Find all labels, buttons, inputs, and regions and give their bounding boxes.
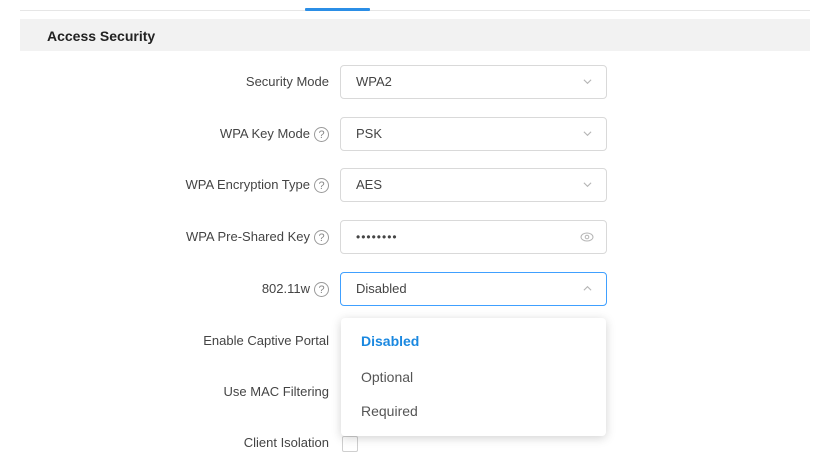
question-circle-icon[interactable]: ? <box>314 281 329 297</box>
wpa-encryption-type-select[interactable]: AES <box>340 168 607 202</box>
chevron-up-icon <box>583 285 592 291</box>
wpa-key-mode-label: WPA Key Mode ? <box>220 117 329 151</box>
question-circle-icon[interactable]: ? <box>314 126 329 142</box>
form-row-80211w: 802.11w ? Disabled <box>0 272 817 306</box>
section-header: Access Security <box>20 19 810 51</box>
client-isolation-checkbox[interactable] <box>342 436 358 452</box>
wpa-key-mode-value: PSK <box>356 126 383 141</box>
wpa-encryption-type-value: AES <box>356 177 383 192</box>
security-mode-select[interactable]: WPA2 <box>340 65 607 99</box>
dropdown-option-required[interactable]: Required <box>361 403 418 419</box>
security-mode-value: WPA2 <box>356 74 392 89</box>
form-row-wpa-pre-shared-key: WPA Pre-Shared Key ? •••••••• <box>0 220 817 254</box>
dropdown-option-disabled[interactable]: Disabled <box>361 333 419 349</box>
chevron-down-icon <box>583 131 592 137</box>
use-mac-filtering-label: Use MAC Filtering <box>223 384 329 399</box>
dropdown-option-optional[interactable]: Optional <box>361 369 413 385</box>
80211w-dropdown-menu: Disabled Optional Required <box>341 318 606 436</box>
active-tab-indicator <box>305 8 370 11</box>
chevron-down-icon <box>583 79 592 85</box>
wpa-key-mode-select[interactable]: PSK <box>340 117 607 151</box>
80211w-select[interactable]: Disabled <box>340 272 607 306</box>
chevron-down-icon <box>583 182 592 188</box>
section-title: Access Security <box>47 28 156 44</box>
form-row-wpa-encryption-type: WPA Encryption Type ? AES <box>0 168 817 202</box>
wpa-encryption-type-label: WPA Encryption Type ? <box>185 168 329 202</box>
wpa-pre-shared-key-value: •••••••• <box>356 230 398 244</box>
80211w-value: Disabled <box>356 281 407 296</box>
wpa-pre-shared-key-label: WPA Pre-Shared Key ? <box>186 220 329 254</box>
eye-icon[interactable] <box>580 231 594 243</box>
wpa-pre-shared-key-input[interactable]: •••••••• <box>340 220 607 254</box>
tab-bar-divider <box>20 10 810 11</box>
security-mode-label: Security Mode <box>245 74 329 89</box>
question-circle-icon[interactable]: ? <box>314 177 329 193</box>
question-circle-icon[interactable]: ? <box>314 229 329 245</box>
client-isolation-label: Client Isolation <box>243 435 329 450</box>
form-row-wpa-key-mode: WPA Key Mode ? PSK <box>0 117 817 151</box>
form-row-security-mode: Security Mode WPA2 <box>0 65 817 99</box>
80211w-label: 802.11w ? <box>262 272 329 306</box>
enable-captive-portal-label: Enable Captive Portal <box>203 333 329 348</box>
